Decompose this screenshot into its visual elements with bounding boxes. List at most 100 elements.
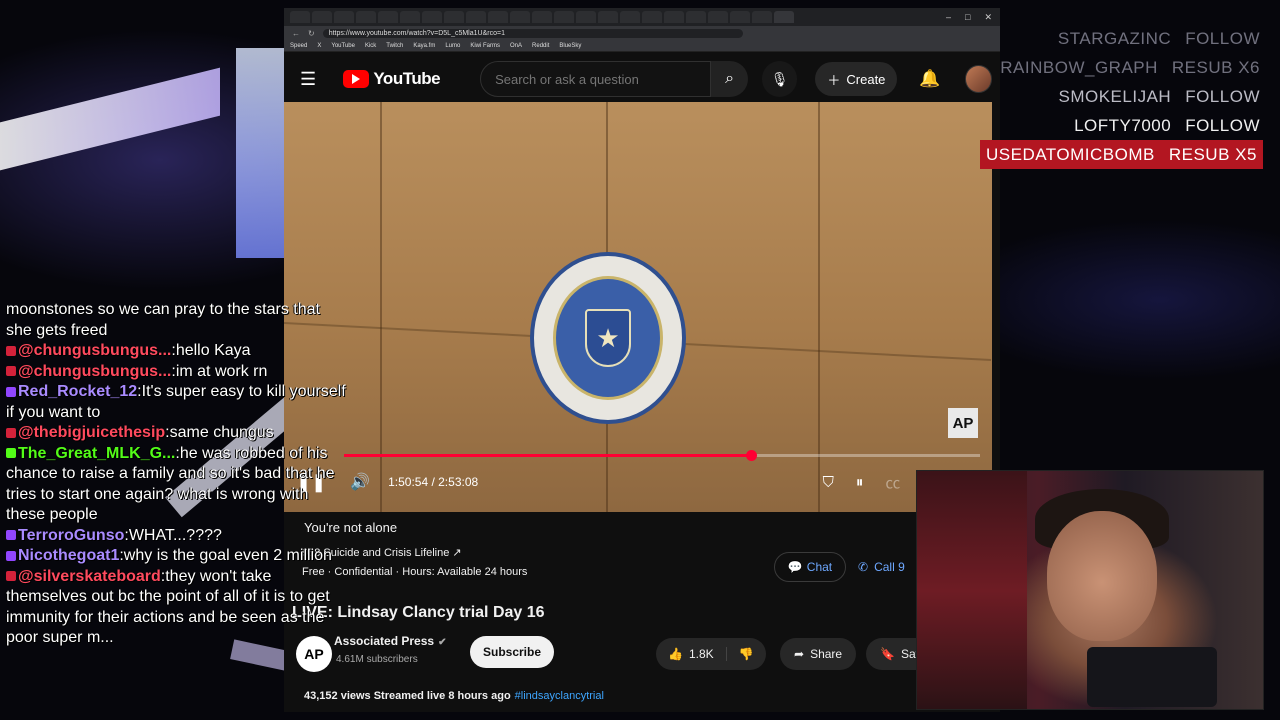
minimize-icon[interactable]: – [946,12,951,23]
notifications-bell-icon[interactable]: 🔔 [919,69,940,89]
search-button[interactable]: ⌕ [711,61,749,97]
alert-action: FOLLOW [1185,87,1260,106]
time-display: 1:50:54 / 2:53:08 [388,475,479,489]
browser-tab[interactable] [378,11,398,23]
reload-icon[interactable]: ↻ [308,29,315,38]
alert-row: STARGAZINC FOLLOW [980,24,1260,53]
captions-icon[interactable]: ㏄ [885,472,900,493]
browser-tab[interactable] [752,11,772,23]
hamburger-menu-icon[interactable]: ☰ [300,69,327,90]
search-input[interactable] [495,71,711,87]
bookmark-item[interactable]: X [317,43,321,49]
shield-extension-icon[interactable]: ⛉ [823,474,834,491]
youtube-logo-text: YouTube [373,69,441,88]
browser-tab[interactable] [664,11,684,23]
bookmark-item[interactable]: Lumo [445,43,460,49]
bookmark-item[interactable]: YouTube [331,43,355,49]
youtube-logo[interactable]: YouTube [343,69,441,89]
chat-message: @chungusbungus...:hello Kaya [6,341,346,362]
webcam-face [1047,511,1157,641]
youtube-icon [6,366,16,377]
subscribe-button[interactable]: Subscribe [470,636,555,668]
browser-tab[interactable] [510,11,530,23]
crisis-call-button[interactable]: ✆ Call 9 [858,552,905,582]
chat-username: The_Great_MLK_G... [18,444,176,462]
video-player[interactable]: ★ AP ❚❚ 🔊 1:50:54 / 2:53:08 ⛉ ⏸ ㏄ ⚙ ▭ [284,102,992,512]
browser-tab[interactable] [686,11,706,23]
chat-message: moonstones so we can pray to the stars t… [6,300,346,341]
browser-tab[interactable] [554,11,574,23]
alert-username: USEDATOMICBOMB [986,145,1155,164]
browser-tab[interactable] [532,11,552,23]
create-button[interactable]: ＋ Create [815,62,898,96]
massachusetts-seal: ★ [530,252,686,424]
browser-tab[interactable] [356,11,376,23]
alert-username: LOFTY7000 [1074,116,1172,135]
alert-row: RAINBOW_GRAPH RESUB X6 [980,53,1260,82]
browser-tab[interactable] [334,11,354,23]
browser-tab[interactable] [466,11,486,23]
autoplay-toggle-icon[interactable]: ⏸ [856,474,864,491]
chat-username: @silverskateboard [18,567,161,585]
browser-tab[interactable] [400,11,420,23]
bookmark-item[interactable]: Reddit [532,43,549,49]
kick-icon [6,448,16,459]
chat-message: Nicothegoat1:why is the goal even 2 mill… [6,546,346,567]
volume-icon[interactable]: 🔊 [350,472,370,492]
alert-username: SMOKELIJAH [1058,87,1172,106]
bookmark-item[interactable]: Kick [365,43,376,49]
browser-tab[interactable] [290,11,310,23]
browser-tab-active[interactable] [774,11,794,23]
tab-strip: – □ ✕ [284,8,1000,26]
maximize-icon[interactable]: □ [965,12,970,23]
scrubber-handle[interactable] [746,450,758,461]
close-icon[interactable]: ✕ [984,12,992,23]
share-label: Share [810,647,843,661]
like-dislike-group: 👍 1.8K 👎 [656,638,766,670]
hashtag-link[interactable]: #lindsayclancytrial [515,690,604,702]
chat-message: The_Great_MLK_G...:he was robbed of his … [6,444,346,526]
like-button[interactable]: 👍 1.8K [656,647,727,661]
bookmark-item[interactable]: OnA [510,43,522,49]
progress-bar[interactable] [344,450,980,461]
bookmark-item[interactable]: BlueSky [559,43,581,49]
window-controls: – □ ✕ [946,12,1000,23]
crisis-chat-button[interactable]: 💬 Chat [774,552,846,582]
chat-message: Red_Rocket_12:It's super easy to kill yo… [6,382,346,423]
alert-action: FOLLOW [1185,29,1260,48]
voice-search-button[interactable]: 🎙 [762,61,798,97]
back-icon[interactable]: ← [292,29,300,38]
chat-message: @silverskateboard:they won't take themse… [6,567,346,649]
chat-username: @chungusbungus... [18,362,172,380]
bookmark-item[interactable]: Kiwi Farms [470,43,500,49]
browser-tab[interactable] [642,11,662,23]
channel-name[interactable]: Associated Press ✔ [334,634,446,648]
browser-tab[interactable] [422,11,442,23]
dislike-button[interactable]: 👎 [727,647,766,661]
browser-tab[interactable] [444,11,464,23]
browser-tab[interactable] [576,11,596,23]
browser-tab[interactable] [488,11,508,23]
chat-text: moonstones so we can pray to the stars t… [6,301,320,339]
address-bar: ← ↻ https://www.youtube.com/watch?v=D5L_… [284,26,1000,40]
search-icon: ⌕ [725,70,735,87]
bookmark-item[interactable]: Twitch [386,43,403,49]
bookmark-item[interactable]: Kaya.fm [413,43,435,49]
alert-row: LOFTY7000 FOLLOW [980,111,1260,140]
alert-entry: LOFTY7000 FOLLOW [1074,111,1260,140]
url-field[interactable]: https://www.youtube.com/watch?v=D5L_c5Ml… [322,28,743,38]
alert-action: RESUB X5 [1168,145,1257,164]
webcam-microphone [1087,647,1217,707]
browser-tab[interactable] [620,11,640,23]
browser-tab[interactable] [708,11,728,23]
browser-tab[interactable] [598,11,618,23]
twitch-icon [6,386,16,397]
browser-tab[interactable] [730,11,750,23]
bookmark-item[interactable]: Speed [290,43,307,49]
verified-check-icon: ✔ [438,637,447,648]
subscriber-count: 4.61M subscribers [336,654,418,665]
browser-tab[interactable] [312,11,332,23]
webcam-background [917,471,1027,709]
twitch-icon [6,530,16,541]
share-button[interactable]: ➦ Share [780,638,857,670]
